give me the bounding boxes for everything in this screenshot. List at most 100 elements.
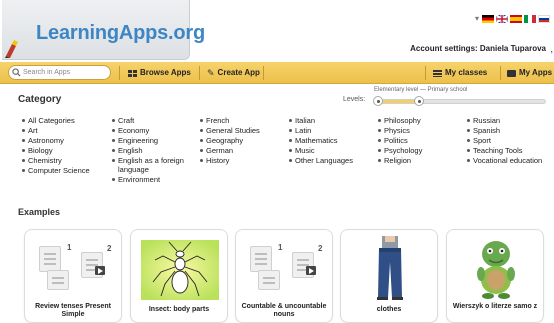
example-card-title: Wierszyk o literze samo z — [452, 303, 538, 310]
category-link[interactable]: General Studies — [200, 126, 292, 135]
flag-icon-es[interactable] — [510, 14, 522, 23]
example-card[interactable]: 1 2 Countable & uncountable nouns — [235, 229, 333, 323]
category-link[interactable]: Religion — [378, 156, 470, 165]
toolbar-divider — [199, 66, 200, 80]
toolbar-divider — [425, 66, 426, 80]
category-link[interactable]: Music — [289, 146, 381, 155]
mouse-cursor-glyph: , — [550, 44, 553, 54]
category-link[interactable]: French — [200, 116, 292, 125]
example-card[interactable]: Insect: body parts — [130, 229, 228, 323]
category-link[interactable]: Biology — [22, 146, 114, 155]
category-link[interactable]: Craft — [112, 116, 204, 125]
level-slider-handle-min[interactable] — [373, 96, 383, 106]
category-link[interactable]: Sport — [467, 136, 554, 145]
category-link[interactable]: Latin — [289, 126, 381, 135]
turtle-image — [477, 241, 515, 299]
header: LearningApps.org ▾ Account settings: Dan… — [0, 0, 554, 62]
category-link[interactable]: Teaching Tools — [467, 146, 554, 155]
level-slider-handle-max[interactable] — [414, 96, 424, 106]
category-link[interactable]: Astronomy — [22, 136, 114, 145]
example-card[interactable]: Wierszyk o literze samo z — [446, 229, 544, 323]
toolbar-divider — [119, 66, 120, 80]
document-icon — [47, 270, 69, 290]
category-link[interactable]: Italian — [289, 116, 381, 125]
flag-icon-de[interactable] — [482, 14, 494, 23]
category-column: Craft Economy Engineering English English as… — [112, 116, 204, 185]
my-classes-button[interactable]: My classes — [433, 62, 487, 84]
flag-icon-uk[interactable] — [496, 14, 508, 23]
category-heading: Category — [18, 94, 62, 105]
examples-heading: Examples — [18, 207, 61, 217]
category-link[interactable]: Art — [22, 126, 114, 135]
category-link[interactable]: Vocational education — [467, 156, 554, 165]
category-link[interactable]: Engineering — [112, 136, 204, 145]
toolbar-divider — [500, 66, 501, 80]
site-logo[interactable]: LearningApps.org — [36, 22, 205, 45]
flag-icon-ru[interactable] — [538, 14, 550, 23]
toolbar-divider — [263, 66, 264, 80]
category-column: Russian Spanish Sport Teaching Tools Vocatio… — [467, 116, 554, 166]
number-label: 2 — [318, 244, 323, 253]
play-icon — [306, 266, 316, 275]
insect-image — [141, 240, 219, 300]
app-placeholder-image: 1 2 — [25, 230, 123, 300]
language-flags: ▾ — [475, 14, 550, 23]
chevron-down-icon[interactable]: ▾ — [475, 14, 479, 23]
my-apps-button[interactable]: My Apps — [507, 62, 552, 84]
category-link[interactable]: English — [112, 146, 204, 155]
search-input[interactable]: Search in Apps — [8, 65, 111, 80]
category-link[interactable]: Psychology — [378, 146, 470, 155]
document-icon — [258, 270, 280, 290]
category-link[interactable]: All Categories — [22, 116, 114, 125]
example-card-title: Countable & uncountable nouns — [241, 303, 327, 318]
jeans-image — [377, 236, 403, 300]
example-card-title: Review tenses Present Simple — [35, 303, 111, 318]
category-column: All Categories Art Astronomy Biology Chemist… — [22, 116, 114, 176]
create-app-button[interactable]: ✎ Create App — [207, 62, 260, 84]
number-label: 1 — [67, 243, 72, 252]
pencil-icon: ✎ — [207, 68, 215, 78]
example-card-title: Insect: body parts — [148, 306, 210, 313]
category-link[interactable]: Politics — [378, 136, 470, 145]
example-card[interactable]: 1 2 Review tenses Present Simple — [24, 229, 122, 323]
category-column: French General Studies Geography German Hist… — [200, 116, 292, 166]
category-link[interactable]: Computer Science — [22, 166, 114, 175]
category-link[interactable]: Other Languages — [289, 156, 381, 165]
play-icon — [95, 266, 105, 275]
search-icon — [12, 68, 21, 77]
app-placeholder-image: 1 2 — [236, 230, 334, 300]
category-link[interactable]: English as a foreign language — [112, 156, 204, 174]
pencil-logo-icon — [5, 40, 18, 58]
number-label: 2 — [107, 244, 112, 253]
document-icon — [250, 246, 272, 272]
category-link[interactable]: Philosophy — [378, 116, 470, 125]
level-slider-range — [378, 100, 419, 103]
category-link[interactable]: Mathematics — [289, 136, 381, 145]
number-label: 1 — [278, 243, 283, 252]
category-link[interactable]: History — [200, 156, 292, 165]
create-app-label: Create App — [217, 68, 260, 77]
category-link[interactable]: German — [200, 146, 292, 155]
category-link[interactable]: Environment — [112, 175, 204, 184]
my-classes-label: My classes — [445, 68, 488, 77]
level-caption: Elementary level — Primary school — [374, 87, 468, 93]
flag-icon-it[interactable] — [524, 14, 536, 23]
category-link[interactable]: Russian — [467, 116, 554, 125]
browse-apps-button[interactable]: Browse Apps — [128, 62, 191, 84]
document-icon — [39, 246, 61, 272]
category-link[interactable]: Geography — [200, 136, 292, 145]
category-link[interactable]: Spanish — [467, 126, 554, 135]
category-column: Philosophy Physics Politics Psychology Relig… — [378, 116, 470, 166]
example-card[interactable]: clothes — [340, 229, 438, 323]
my-apps-label: My Apps — [519, 68, 553, 77]
category-column: Italian Latin Mathematics Music Other Langua… — [289, 116, 381, 166]
account-settings-link[interactable]: Account settings: Daniela Tuparova — [410, 44, 546, 53]
main-toolbar: Search in Apps Browse Apps ✎ Create App … — [0, 62, 554, 84]
category-link[interactable]: Physics — [378, 126, 470, 135]
grid-icon — [128, 69, 137, 77]
list-icon — [433, 69, 442, 77]
category-link[interactable]: Economy — [112, 126, 204, 135]
folder-icon — [507, 69, 516, 77]
category-link[interactable]: Chemistry — [22, 156, 114, 165]
example-card-title: clothes — [376, 306, 402, 313]
